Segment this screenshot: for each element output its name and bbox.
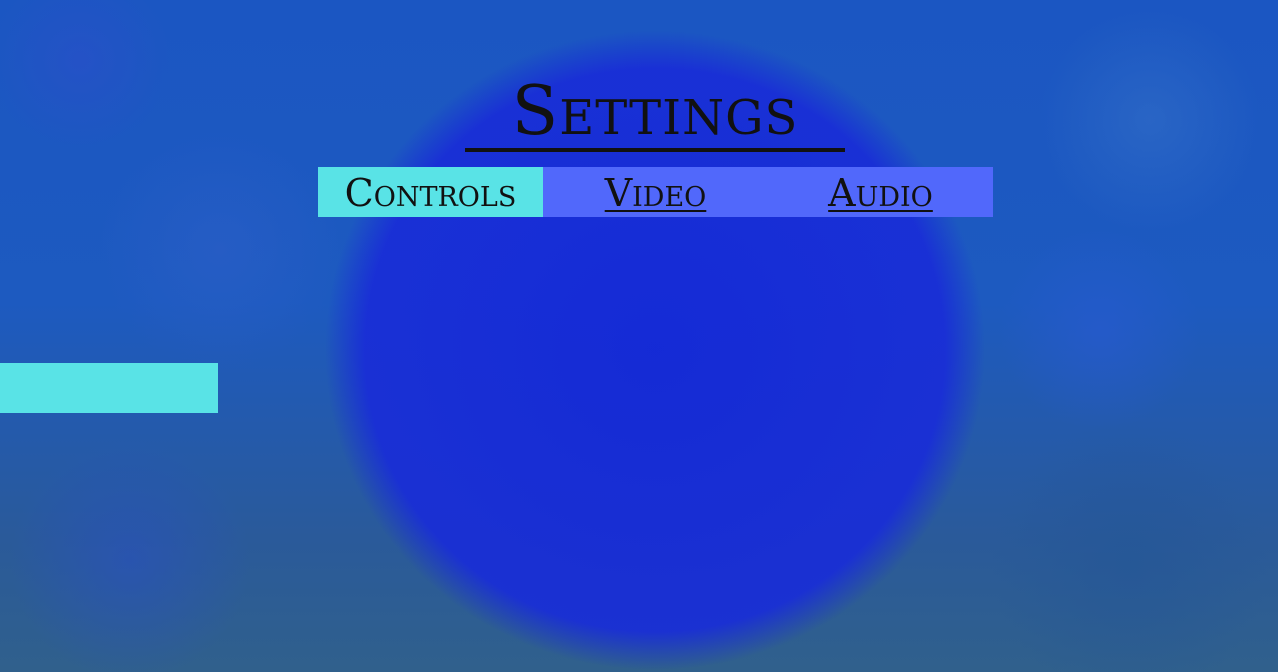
- tab-audio-label: Audio: [828, 171, 933, 215]
- settings-title: Settings: [465, 72, 845, 152]
- settings-tab-bar: Controls Video Audio: [318, 167, 993, 217]
- tab-video[interactable]: Video: [543, 167, 768, 217]
- tab-controls[interactable]: Controls: [318, 167, 543, 217]
- tab-audio[interactable]: Audio: [768, 167, 993, 217]
- tab-controls-label: Controls: [344, 171, 517, 215]
- settings-screen: Settings Controls Video Audio: [0, 0, 1278, 672]
- tab-video-label: Video: [604, 171, 707, 215]
- side-selection-bar[interactable]: [0, 363, 218, 413]
